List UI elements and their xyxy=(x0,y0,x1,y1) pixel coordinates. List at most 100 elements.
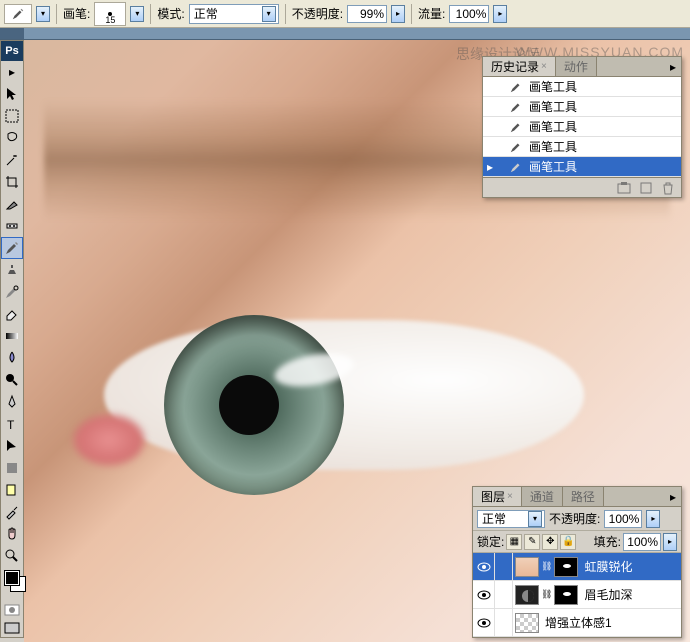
tab-channels[interactable]: 通道 xyxy=(522,487,563,506)
brush-preset-picker[interactable]: 15 xyxy=(94,2,126,26)
adjustment-icon xyxy=(516,586,540,606)
zoom-tool[interactable] xyxy=(1,545,23,567)
opacity-input[interactable] xyxy=(347,5,387,23)
fill-flyout[interactable]: ▸ xyxy=(663,533,677,551)
dock-grip[interactable] xyxy=(0,28,24,39)
layer-row[interactable]: ⛓ 眉毛加深 xyxy=(473,581,681,609)
lasso-tool[interactable] xyxy=(1,127,23,149)
tool-preset-picker[interactable] xyxy=(4,4,32,24)
dodge-tool[interactable] xyxy=(1,369,23,391)
eyedropper-tool[interactable] xyxy=(1,501,23,523)
layer-link-col[interactable] xyxy=(495,581,513,608)
brush-icon xyxy=(509,160,523,174)
brush-size-value: 15 xyxy=(105,15,115,25)
hand-tool[interactable] xyxy=(1,523,23,545)
brush-tool[interactable] xyxy=(1,237,23,259)
lock-all-icon[interactable]: 🔒 xyxy=(560,534,576,550)
move-tool[interactable] xyxy=(1,83,23,105)
layer-row[interactable]: 增强立体感1 xyxy=(473,609,681,637)
marquee-tool[interactable] xyxy=(1,105,23,127)
expand-arrow[interactable]: ▸ xyxy=(1,61,23,83)
panel-dock-well xyxy=(0,28,690,40)
history-brush-tool[interactable] xyxy=(1,281,23,303)
slice-tool[interactable] xyxy=(1,193,23,215)
quick-mask-toggle[interactable] xyxy=(1,601,23,619)
eye-icon xyxy=(477,618,491,628)
panel-footer xyxy=(483,177,681,197)
color-swatches[interactable] xyxy=(3,569,21,599)
crop-tool[interactable] xyxy=(1,171,23,193)
history-item[interactable]: ▸画笔工具 xyxy=(483,157,681,177)
lock-transparency-icon[interactable]: ▦ xyxy=(506,534,522,550)
notes-tool[interactable] xyxy=(1,479,23,501)
brush-dropdown[interactable]: ▾ xyxy=(130,6,144,22)
tool-preset-dropdown[interactable]: ▾ xyxy=(36,6,50,22)
layer-row[interactable]: ⛓ 虹膜锐化 xyxy=(473,553,681,581)
history-item[interactable]: 画笔工具 xyxy=(483,137,681,157)
lock-pixels-icon[interactable]: ✎ xyxy=(524,534,540,550)
panel-tabs: 图层× 通道 路径 ▸ xyxy=(473,487,681,507)
type-tool[interactable]: T xyxy=(1,413,23,435)
layer-link-col[interactable] xyxy=(495,553,513,580)
layer-visibility-toggle[interactable] xyxy=(473,609,495,636)
gradient-tool[interactable] xyxy=(1,325,23,347)
layer-name[interactable]: 虹膜锐化 xyxy=(580,558,681,575)
trash-icon[interactable] xyxy=(661,181,675,195)
tab-close-icon[interactable]: × xyxy=(541,61,547,72)
history-item-label: 画笔工具 xyxy=(529,158,577,175)
flow-input[interactable] xyxy=(449,5,489,23)
new-document-icon[interactable] xyxy=(639,181,653,195)
layer-mask-thumbnail[interactable] xyxy=(554,557,578,577)
layer-thumbnail[interactable] xyxy=(515,585,539,605)
lock-position-icon[interactable]: ✥ xyxy=(542,534,558,550)
foreground-color-swatch[interactable] xyxy=(5,571,19,585)
new-snapshot-icon[interactable] xyxy=(617,181,631,195)
brush-icon xyxy=(11,7,25,21)
brush-icon xyxy=(509,140,523,154)
opacity-flyout[interactable]: ▸ xyxy=(391,5,405,23)
history-item[interactable]: 画笔工具 xyxy=(483,77,681,97)
clone-stamp-tool[interactable] xyxy=(1,259,23,281)
blend-mode-select[interactable]: 正常 ▾ xyxy=(189,4,279,24)
layer-opacity-input[interactable] xyxy=(604,510,642,528)
ps-logo[interactable]: Ps xyxy=(1,41,23,61)
history-item[interactable]: 画笔工具 xyxy=(483,97,681,117)
tab-layers[interactable]: 图层× xyxy=(473,487,522,506)
panel-menu-icon[interactable]: ▸ xyxy=(665,57,681,76)
opacity-flyout[interactable]: ▸ xyxy=(646,510,660,528)
brush-icon xyxy=(509,100,523,114)
chevron-down-icon: ▾ xyxy=(528,511,542,527)
layer-thumbnail[interactable] xyxy=(515,557,539,577)
chevron-down-icon: ▾ xyxy=(262,6,276,22)
layer-visibility-toggle[interactable] xyxy=(473,581,495,608)
tab-actions[interactable]: 动作 xyxy=(556,57,597,76)
blur-tool[interactable] xyxy=(1,347,23,369)
layers-panel: 图层× 通道 路径 ▸ 正常▾ 不透明度: ▸ 锁定: ▦ ✎ ✥ 🔒 填充: … xyxy=(472,486,682,638)
panel-menu-icon[interactable]: ▸ xyxy=(665,487,681,506)
healing-brush-tool[interactable] xyxy=(1,215,23,237)
layer-name[interactable]: 眉毛加深 xyxy=(580,586,681,603)
tab-close-icon[interactable]: × xyxy=(507,491,513,502)
shape-tool[interactable] xyxy=(1,457,23,479)
magic-wand-tool[interactable] xyxy=(1,149,23,171)
history-item-label: 画笔工具 xyxy=(529,138,577,155)
tab-paths[interactable]: 路径 xyxy=(563,487,604,506)
tab-history[interactable]: 历史记录× xyxy=(483,57,556,76)
brush-icon xyxy=(509,120,523,134)
history-item[interactable]: 画笔工具 xyxy=(483,117,681,137)
layer-visibility-toggle[interactable] xyxy=(473,553,495,580)
layer-link-col[interactable] xyxy=(495,609,513,636)
layer-blend-mode-select[interactable]: 正常▾ xyxy=(477,510,545,528)
link-icon: ⛓ xyxy=(541,589,552,600)
path-selection-tool[interactable] xyxy=(1,435,23,457)
panel-tabs: 历史记录× 动作 ▸ xyxy=(483,57,681,77)
eraser-tool[interactable] xyxy=(1,303,23,325)
layer-fill-input[interactable] xyxy=(623,533,661,551)
screen-mode-toggle[interactable] xyxy=(1,619,23,637)
flow-flyout[interactable]: ▸ xyxy=(493,5,507,23)
pen-tool[interactable] xyxy=(1,391,23,413)
layer-thumbnail[interactable] xyxy=(515,613,539,633)
layer-name[interactable]: 增强立体感1 xyxy=(541,614,681,631)
layer-mask-thumbnail[interactable] xyxy=(554,585,578,605)
fill-label: 填充: xyxy=(594,533,621,550)
